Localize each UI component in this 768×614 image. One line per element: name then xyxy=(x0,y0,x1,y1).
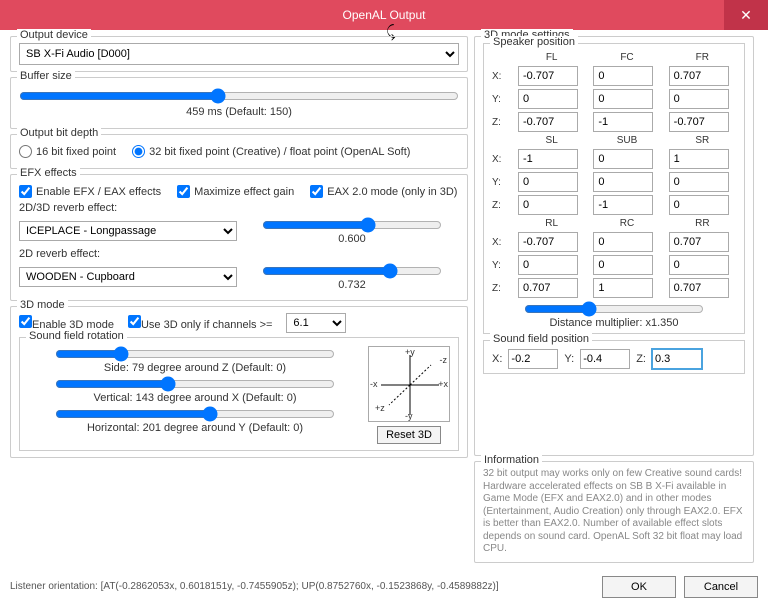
horizontal-slider[interactable] xyxy=(55,406,335,422)
sfp-z[interactable] xyxy=(652,349,702,369)
rc-x[interactable] xyxy=(593,232,653,252)
reverb-2d-slider[interactable] xyxy=(262,263,442,279)
fl-z[interactable] xyxy=(518,112,578,132)
fr-x[interactable] xyxy=(669,66,729,86)
bit-depth-group: Output bit depth 16 bit fixed point 32 b… xyxy=(10,134,468,169)
rr-x[interactable] xyxy=(669,232,729,252)
close-icon: ✕ xyxy=(740,7,752,24)
fc-y[interactable] xyxy=(593,89,653,109)
rl-y[interactable] xyxy=(518,255,578,275)
side-value: Side: 79 degree around Z (Default: 0) xyxy=(104,362,286,374)
check-only-if-channels[interactable]: Use 3D only if channels >= xyxy=(128,315,272,331)
sfp-x[interactable] xyxy=(508,349,558,369)
buffer-size-slider[interactable] xyxy=(19,88,459,104)
sub-y[interactable] xyxy=(593,172,653,192)
sl-x[interactable] xyxy=(518,149,578,169)
mode3d-group: 3D mode Enable 3D mode Use 3D only if ch… xyxy=(10,306,468,458)
efx-label: EFX effects xyxy=(17,167,80,179)
radio-16bit[interactable]: 16 bit fixed point xyxy=(19,145,116,158)
close-button[interactable]: ✕ xyxy=(724,0,768,30)
rc-y[interactable] xyxy=(593,255,653,275)
sl-z[interactable] xyxy=(518,195,578,215)
output-device-group: Output device SB X-Fi Audio [D000] xyxy=(10,36,468,72)
check-eax2[interactable]: EAX 2.0 mode (only in 3D) xyxy=(310,185,457,198)
information-group: Information 32 bit output may works only… xyxy=(474,461,754,563)
rr-y[interactable] xyxy=(669,255,729,275)
cancel-button[interactable]: Cancel xyxy=(684,576,758,598)
buffer-size-group: Buffer size 459 ms (Default: 150) xyxy=(10,77,468,129)
speaker-position-group: Speaker position FLFCFR X: Y: Z: SLSUBSR… xyxy=(483,43,745,334)
rl-z[interactable] xyxy=(518,278,578,298)
sfp-label: Sound field position xyxy=(490,333,592,345)
reverb-2d-select[interactable]: WOODEN - Cupboard xyxy=(19,267,237,287)
information-text: 32 bit output may works only on few Crea… xyxy=(483,468,745,556)
sr-z[interactable] xyxy=(669,195,729,215)
radio-32bit[interactable]: 32 bit fixed point (Creative) / float po… xyxy=(132,145,410,158)
axes-diagram: +y -z -x +x +z -y xyxy=(368,346,450,422)
rl-x[interactable] xyxy=(518,232,578,252)
reverb-2d3d-slider[interactable] xyxy=(262,217,442,233)
rr-z[interactable] xyxy=(669,278,729,298)
fl-x[interactable] xyxy=(518,66,578,86)
efx-group: EFX effects Enable EFX / EAX effects Max… xyxy=(10,174,468,301)
sub-x[interactable] xyxy=(593,149,653,169)
fr-z[interactable] xyxy=(669,112,729,132)
speaker-position-label: Speaker position xyxy=(490,36,578,48)
horizontal-value: Horizontal: 201 degree around Y (Default… xyxy=(87,422,303,434)
distance-value: Distance multiplier: x1.350 xyxy=(549,317,678,329)
information-label: Information xyxy=(481,454,542,466)
vertical-value: Vertical: 143 degree around X (Default: … xyxy=(93,392,296,404)
vertical-slider[interactable] xyxy=(55,376,335,392)
rotation-group: Sound field rotation Side: 79 degree aro… xyxy=(19,337,459,451)
reverb-2d3d-value: 0.600 xyxy=(338,233,366,245)
sfp-y[interactable] xyxy=(580,349,630,369)
reset-3d-button[interactable]: Reset 3D xyxy=(377,426,441,444)
check-maximize-gain[interactable]: Maximize effect gain xyxy=(177,185,294,198)
sub-z[interactable] xyxy=(593,195,653,215)
rotation-label: Sound field rotation xyxy=(26,330,127,342)
check-enable-efx[interactable]: Enable EFX / EAX effects xyxy=(19,185,161,198)
output-device-label: Output device xyxy=(17,29,91,41)
listener-orientation: Listener orientation: [AT(-0.2862053x, 0… xyxy=(10,581,499,592)
fc-x[interactable] xyxy=(593,66,653,86)
output-device-select[interactable]: SB X-Fi Audio [D000] xyxy=(19,43,459,65)
channels-select[interactable]: 6.1 xyxy=(286,313,346,333)
fl-y[interactable] xyxy=(518,89,578,109)
mode3d-label: 3D mode xyxy=(17,299,68,311)
settings3d-group: 3D mode settings Speaker position FLFCFR… xyxy=(474,36,754,456)
ok-button[interactable]: OK xyxy=(602,576,676,598)
fc-z[interactable] xyxy=(593,112,653,132)
sr-y[interactable] xyxy=(669,172,729,192)
sound-field-position-group: Sound field position X: Y: Z: xyxy=(483,340,745,374)
reverb-2d3d-select[interactable]: ICEPLACE - Longpassage xyxy=(19,221,237,241)
check-enable-3d[interactable]: Enable 3D mode xyxy=(19,315,114,331)
reverb-2d-value: 0.732 xyxy=(338,279,366,291)
titlebar: OpenAL Output ✕ ⤹ xyxy=(0,0,768,30)
distance-slider[interactable] xyxy=(524,301,704,317)
fr-y[interactable] xyxy=(669,89,729,109)
reverb-2d-label: 2D reverb effect: xyxy=(19,248,459,260)
sl-y[interactable] xyxy=(518,172,578,192)
window-title: OpenAL Output xyxy=(343,8,426,22)
rc-z[interactable] xyxy=(593,278,653,298)
sr-x[interactable] xyxy=(669,149,729,169)
bit-depth-label: Output bit depth xyxy=(17,127,101,139)
buffer-size-value: 459 ms (Default: 150) xyxy=(186,106,292,118)
buffer-size-label: Buffer size xyxy=(17,70,75,82)
reverb-2d3d-label: 2D/3D reverb effect: xyxy=(19,202,459,214)
side-slider[interactable] xyxy=(55,346,335,362)
